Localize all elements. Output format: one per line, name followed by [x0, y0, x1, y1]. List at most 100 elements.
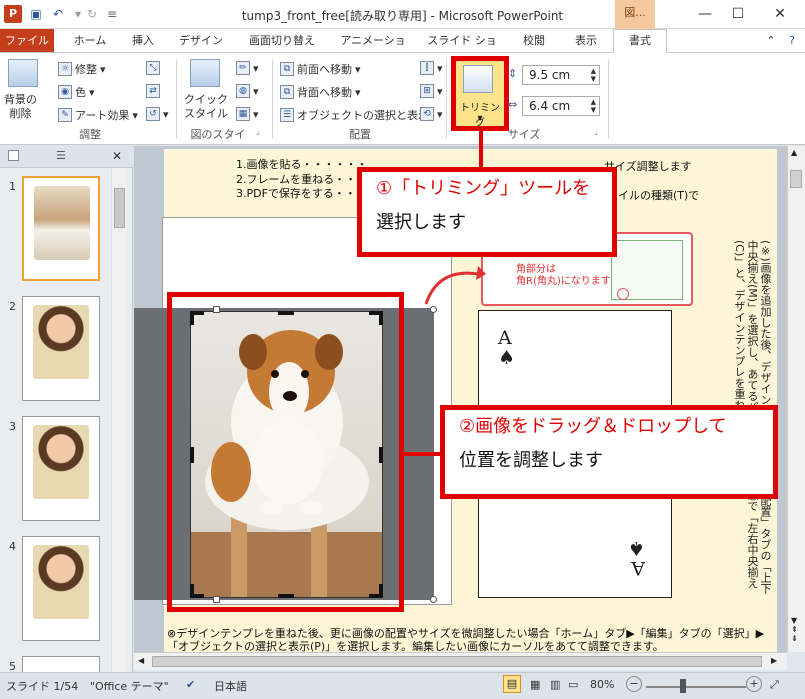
slideshow-icon[interactable]: ▭ — [568, 678, 578, 691]
slides-tab[interactable] — [8, 150, 19, 161]
close-pane-button[interactable]: ✕ — [112, 149, 122, 163]
slide-thumbnail-4[interactable] — [22, 536, 100, 641]
shape-width-input[interactable]: 6.4 cm ▲ ▼ — [522, 96, 600, 116]
instructions-tail: サイズ調整します — [604, 160, 692, 173]
separator — [608, 59, 609, 139]
tab-slideshow[interactable]: スライド ショー — [424, 32, 500, 65]
vertical-scrollbar[interactable]: ▲ ▼ ⇞ ⇟ — [787, 146, 805, 652]
separator — [176, 59, 177, 139]
sun-icon: ☼ — [58, 62, 72, 76]
tab-design[interactable]: デザイン — [176, 32, 226, 52]
theme-name[interactable]: "Office テーマ" — [90, 678, 169, 694]
horizontal-scrollbar[interactable]: ◀ ▶ — [134, 652, 787, 670]
group-button[interactable]: ⊞ ▾ — [420, 84, 443, 98]
corrections-button[interactable]: ☼ 修整 ▾ — [58, 61, 106, 77]
selection-pane-button[interactable]: ☰ オブジェクトの選択と表示 — [280, 107, 429, 123]
tab-format[interactable]: 書式 — [613, 29, 667, 53]
zoom-in-icon[interactable]: + — [746, 676, 762, 692]
artistic-effects-button[interactable]: ✎ アート効果 ▾ — [58, 107, 138, 123]
callout-step-2: ②画像をドラッグ＆ドロップして 位置を調整します — [440, 405, 778, 499]
change-picture-button[interactable]: ⇄ — [146, 84, 160, 98]
crop-icon — [463, 65, 493, 93]
corner-circle — [617, 288, 629, 300]
slides-pane-scrollbar[interactable] — [111, 168, 127, 672]
status-bar: スライド 1/54 "Office テーマ" ✔ 日本語 ▤ ▦ ▥ ▭ 80%… — [0, 672, 805, 699]
resize-handle[interactable] — [430, 596, 437, 603]
zoom-slider[interactable] — [646, 686, 746, 688]
shape-height-input[interactable]: 9.5 cm ▲ ▼ — [522, 65, 600, 85]
compress-icon: ⤡ — [146, 61, 160, 75]
quick-styles-icon — [190, 59, 220, 87]
proofing-icon[interactable]: ✔ — [186, 678, 195, 691]
resize-handle[interactable] — [430, 306, 437, 313]
scroll-down-icon[interactable]: ▼ ⇞ ⇟ — [791, 616, 798, 643]
pen-icon: ✏ — [236, 61, 250, 75]
scroll-left-icon[interactable]: ◀ — [138, 656, 144, 665]
rotate-button[interactable]: ⟲ ▾ — [420, 107, 443, 121]
scroll-thumb[interactable] — [790, 170, 802, 188]
tab-insert[interactable]: 挿入 — [125, 32, 161, 52]
quick-styles-button[interactable]: クイック スタイル — [184, 93, 228, 121]
callout-step-1: ①「トリミング」ツールを 選択します — [357, 167, 617, 257]
send-backward-icon: ⧉ — [280, 85, 294, 99]
change-picture-icon: ⇄ — [146, 84, 160, 98]
help-minimize-icon[interactable]: ⌃ — [762, 32, 780, 52]
fit-slide-icon[interactable]: ⤢ — [770, 678, 779, 692]
instructions-tail: イルの種類(T)で — [618, 189, 700, 202]
slide-thumbnail-5[interactable] — [22, 656, 100, 672]
tab-file[interactable]: ファイル — [0, 29, 54, 52]
slide-thumbnail-3[interactable] — [22, 416, 100, 521]
align-button[interactable]: ⫿ ▾ — [420, 61, 443, 75]
picture-effects-button[interactable]: ◍ ▾ — [236, 84, 259, 98]
title-bar: P ▣ ↶ ▾ ↻ ≡ tump3_front_free[読み取り専用] - M… — [0, 0, 805, 29]
scroll-thumb[interactable] — [152, 656, 762, 667]
slide-sorter-icon[interactable]: ▦ — [530, 678, 540, 691]
color-icon: ◉ — [58, 85, 72, 99]
send-backward-button[interactable]: ⧉ 背面へ移動 ▾ — [280, 84, 361, 100]
slide-thumbnail-1[interactable] — [22, 176, 100, 281]
language[interactable]: 日本語 — [214, 678, 247, 694]
slide-count: スライド 1/54 — [6, 680, 79, 693]
dialog-launcher-icon[interactable]: ⌟ — [256, 127, 260, 136]
remove-background-button[interactable]: 背景の 削除 — [4, 93, 37, 121]
help-icon[interactable]: ? — [784, 32, 800, 52]
picture-tools-header: 図... — [615, 0, 655, 29]
outline-tab[interactable]: ☰ — [56, 149, 66, 162]
reading-view-icon[interactable]: ▥ — [550, 678, 560, 691]
crop-button[interactable]: トリミング ▾ — [451, 56, 509, 131]
sample-note-text: 角部分は 角R(角丸)になります↘ — [516, 264, 620, 287]
dialog-launcher-icon[interactable]: ⌟ — [594, 127, 598, 136]
scroll-right-icon[interactable]: ▶ — [771, 656, 777, 665]
zoom-out-icon[interactable]: − — [626, 676, 642, 692]
align-icon: ⫿ — [420, 61, 434, 75]
selection-pane-icon: ☰ — [280, 108, 294, 122]
slide-thumbnail-2[interactable] — [22, 296, 100, 401]
compress-pictures-button[interactable]: ⤡ — [146, 61, 160, 75]
picture-border-button[interactable]: ✏ ▾ — [236, 61, 259, 75]
bring-forward-button[interactable]: ⧉ 前面へ移動 ▾ — [280, 61, 361, 77]
zoom-level[interactable]: 80% — [590, 678, 614, 691]
normal-view-icon[interactable]: ▤ — [503, 675, 521, 693]
scroll-up-icon[interactable]: ▲ — [791, 148, 797, 157]
ribbon: 背景の 削除 ☼ 修整 ▾ ◉ 色 ▾ ✎ アート効果 ▾ ⤡ ⇄ ↺ ▾ 調整 クイック ス… — [0, 52, 805, 157]
slides-pane-header: ☰ ✕ — [0, 146, 133, 168]
tab-view[interactable]: 表示 — [566, 32, 606, 52]
zoom-slider-thumb[interactable] — [680, 679, 686, 693]
tab-transitions[interactable]: 画面切り替え — [242, 32, 322, 52]
tab-review[interactable]: 校閲 — [514, 32, 554, 52]
tab-animations[interactable]: アニメーション — [336, 32, 410, 65]
layout-icon: ▦ — [236, 107, 250, 121]
close-button[interactable]: ✕ — [760, 0, 800, 29]
maximize-button[interactable]: ☐ — [718, 0, 758, 29]
artistic-effects-icon: ✎ — [58, 108, 72, 122]
size-group-label: サイズ — [507, 128, 541, 141]
bring-forward-icon: ⧉ — [280, 62, 294, 76]
scroll-thumb[interactable] — [114, 188, 125, 228]
separator — [446, 59, 447, 139]
color-button[interactable]: ◉ 色 ▾ — [58, 84, 95, 100]
picture-layout-button[interactable]: ▦ ▾ — [236, 107, 259, 121]
spinner-icon[interactable]: ▲ ▼ — [591, 98, 596, 114]
spinner-icon[interactable]: ▲ ▼ — [591, 67, 596, 83]
reset-picture-button[interactable]: ↺ ▾ — [146, 107, 169, 121]
tab-home[interactable]: ホーム — [70, 32, 110, 52]
